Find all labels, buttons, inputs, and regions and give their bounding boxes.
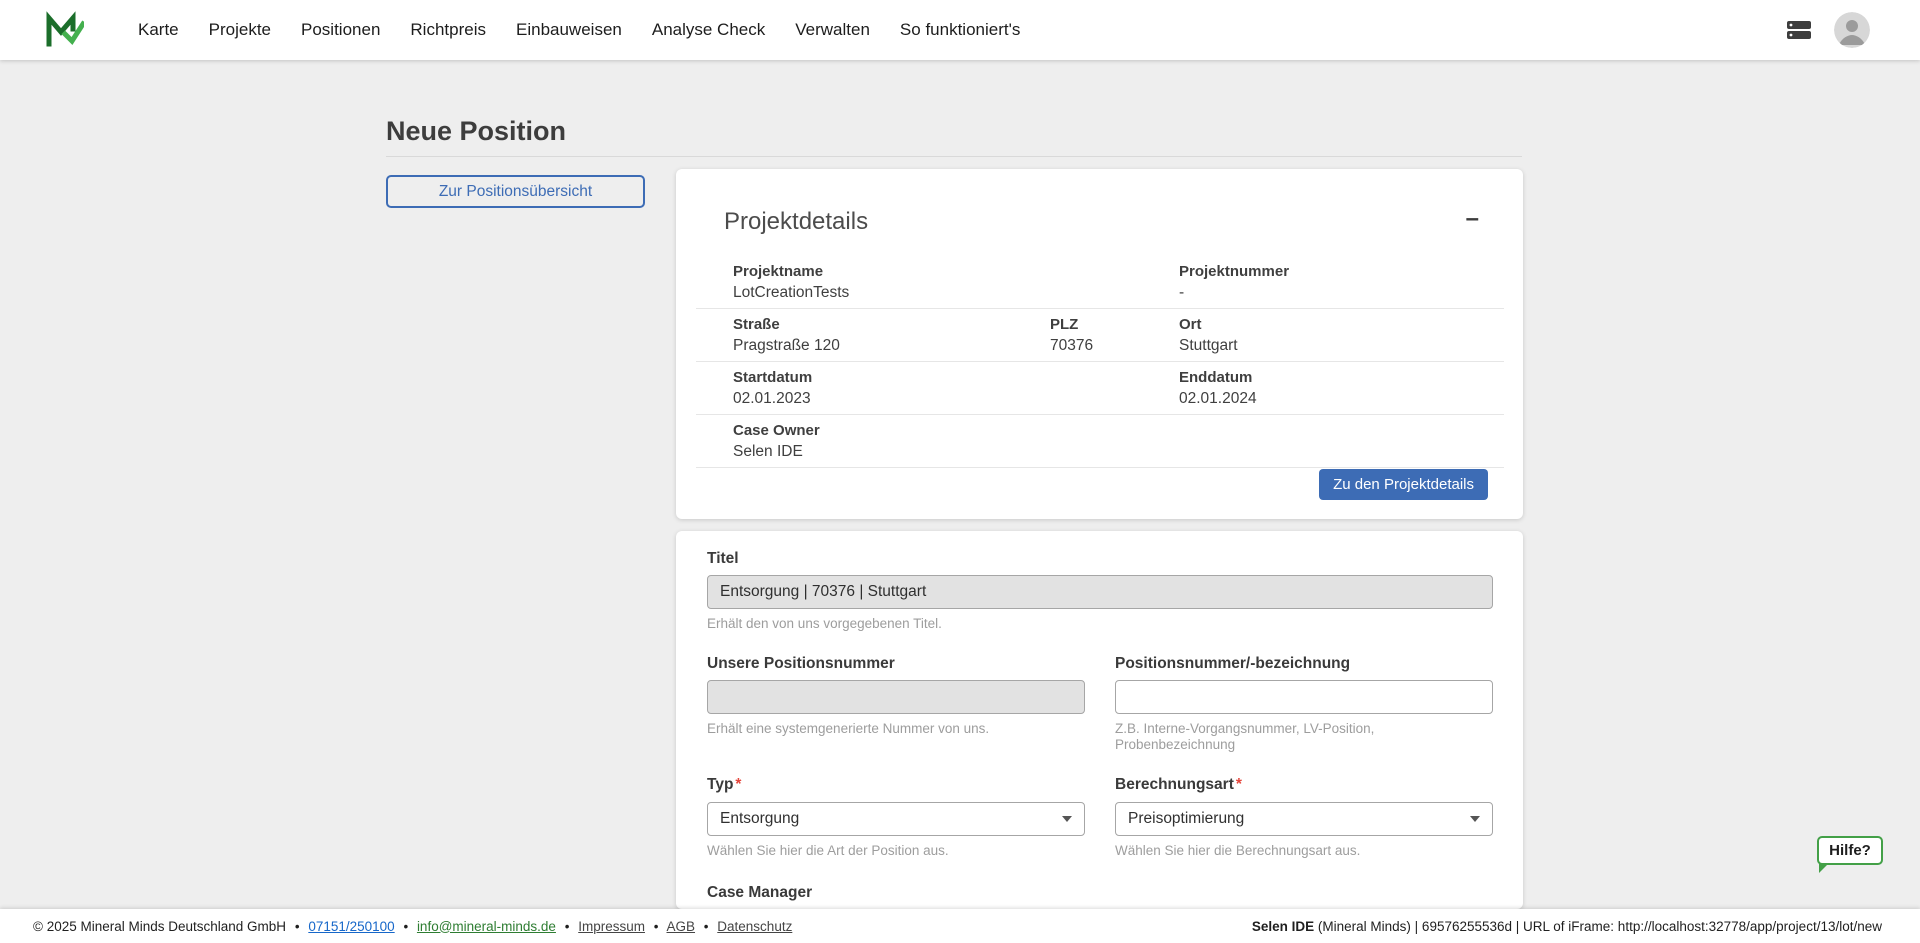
project-row-2: Straße Pragstraße 120 PLZ 70376 Ort Stut…	[696, 309, 1504, 362]
typ-label: Typ*	[707, 775, 1085, 794]
page-title: Neue Position	[386, 116, 566, 147]
footer-agb-link[interactable]: AGB	[667, 919, 696, 934]
nav-item-verwalten[interactable]: Verwalten	[795, 20, 870, 40]
berechnungsart-label: Berechnungsart*	[1115, 775, 1493, 794]
footer-phone-link[interactable]: 07151/250100	[308, 919, 394, 934]
titel-helper: Erhält den von uns vorgegebenen Titel.	[707, 616, 1493, 632]
positionsnummer-helper: Z.B. Interne-Vorgangsnummer, LV-Position…	[1115, 721, 1493, 753]
case-manager-group: Case Manager	[707, 883, 1085, 909]
positionsnummer-group: Positionsnummer/-bezeichnung Z.B. Intern…	[1115, 654, 1493, 753]
help-button[interactable]: Hilfe?	[1817, 836, 1883, 865]
collapse-card-button[interactable]: –	[1466, 207, 1479, 231]
berechnungsart-group: Berechnungsart* Preisoptimierung Wählen …	[1115, 775, 1493, 859]
nav-item-projekte[interactable]: Projekte	[209, 20, 271, 40]
project-row-3: Startdatum 02.01.2023 Enddatum 02.01.202…	[696, 362, 1504, 415]
main-nav: Karte Projekte Positionen Richtpreis Ein…	[138, 20, 1020, 40]
footer-separator: •	[704, 919, 709, 934]
positionsnummer-input[interactable]	[1115, 680, 1493, 714]
footer-email-link[interactable]: info@mineral-minds.de	[417, 919, 556, 934]
required-asterisk: *	[1236, 776, 1242, 793]
typ-group: Typ* Entsorgung Wählen Sie hier die Art …	[707, 775, 1085, 859]
footer-separator: •	[654, 919, 659, 934]
nav-item-positionen[interactable]: Positionen	[301, 20, 380, 40]
footer-left: © 2025 Mineral Minds Deutschland GmbH • …	[33, 919, 792, 934]
required-asterisk: *	[735, 776, 741, 793]
project-row-1: Projektname LotCreationTests Projektnumm…	[696, 256, 1504, 309]
field-projektname: Projektname LotCreationTests	[733, 263, 1179, 302]
position-form-card: Titel Erhält den von uns vorgegebenen Ti…	[676, 531, 1523, 909]
berechnungsart-helper: Wählen Sie hier die Berechnungsart aus.	[1115, 843, 1493, 859]
type-calculation-row: Typ* Entsorgung Wählen Sie hier die Art …	[707, 775, 1493, 859]
berechnungsart-select[interactable]: Preisoptimierung	[1115, 802, 1493, 836]
positionsnummer-label: Positionsnummer/-bezeichnung	[1115, 654, 1493, 673]
brand-logo-icon[interactable]	[44, 10, 84, 50]
footer: © 2025 Mineral Minds Deutschland GmbH • …	[0, 909, 1920, 943]
unsere-positionsnummer-helper: Erhält eine systemgenerierte Nummer von …	[707, 721, 1085, 737]
chevron-down-icon	[1470, 816, 1480, 822]
chevron-down-icon	[1062, 816, 1072, 822]
field-strasse: Straße Pragstraße 120	[733, 316, 1050, 355]
project-details-header: Projektdetails –	[676, 169, 1523, 236]
footer-separator: •	[295, 919, 300, 934]
top-navbar: Karte Projekte Positionen Richtpreis Ein…	[0, 0, 1920, 60]
footer-session-user: Selen IDE	[1252, 919, 1314, 934]
titel-input	[707, 575, 1493, 609]
navbar-actions	[1786, 12, 1870, 48]
project-row-4: Case Owner Selen IDE	[696, 415, 1504, 468]
footer-separator: •	[403, 919, 408, 934]
project-details-title: Projektdetails	[724, 207, 868, 236]
position-number-row: Unsere Positionsnummer Erhält eine syste…	[707, 654, 1493, 753]
copyright-text: © 2025 Mineral Minds Deutschland GmbH	[33, 919, 286, 934]
titel-label: Titel	[707, 549, 1493, 568]
server-icon[interactable]	[1786, 19, 1812, 41]
nav-item-richtpreis[interactable]: Richtpreis	[410, 20, 486, 40]
footer-impressum-link[interactable]: Impressum	[578, 919, 645, 934]
berechnungsart-selected-value: Preisoptimierung	[1128, 810, 1244, 828]
case-manager-label: Case Manager	[707, 883, 1085, 902]
project-details-fields: Projektname LotCreationTests Projektnumm…	[696, 256, 1504, 468]
field-projektnummer: Projektnummer -	[1179, 263, 1504, 302]
typ-helper: Wählen Sie hier die Art der Position aus…	[707, 843, 1085, 859]
nav-item-analyse-check[interactable]: Analyse Check	[652, 20, 765, 40]
field-enddatum: Enddatum 02.01.2024	[1179, 369, 1504, 408]
nav-item-einbauweisen[interactable]: Einbauweisen	[516, 20, 622, 40]
unsere-positionsnummer-group: Unsere Positionsnummer Erhält eine syste…	[707, 654, 1085, 753]
titel-group: Titel Erhält den von uns vorgegebenen Ti…	[707, 549, 1493, 632]
unsere-positionsnummer-input	[707, 680, 1085, 714]
field-case-owner: Case Owner Selen IDE	[733, 422, 1504, 461]
footer-separator: •	[565, 919, 570, 934]
unsere-positionsnummer-label: Unsere Positionsnummer	[707, 654, 1085, 673]
field-plz: PLZ 70376	[1050, 316, 1179, 355]
footer-session-details: (Mineral Minds) | 69576255536d | URL of …	[1314, 919, 1882, 934]
typ-selected-value: Entsorgung	[720, 810, 799, 828]
go-to-project-details-button[interactable]: Zu den Projektdetails	[1319, 469, 1488, 500]
nav-item-karte[interactable]: Karte	[138, 20, 179, 40]
nav-item-so-funktionierts[interactable]: So funktioniert's	[900, 20, 1020, 40]
footer-session-info: Selen IDE (Mineral Minds) | 69576255536d…	[1252, 919, 1882, 934]
footer-datenschutz-link[interactable]: Datenschutz	[717, 919, 792, 934]
typ-select[interactable]: Entsorgung	[707, 802, 1085, 836]
title-divider	[386, 156, 1522, 157]
user-avatar[interactable]	[1834, 12, 1870, 48]
field-startdatum: Startdatum 02.01.2023	[733, 369, 1179, 408]
project-details-card: Projektdetails – Projektname LotCreation…	[676, 169, 1523, 519]
position-overview-button[interactable]: Zur Positionsübersicht	[386, 175, 645, 208]
field-ort: Ort Stuttgart	[1179, 316, 1504, 355]
